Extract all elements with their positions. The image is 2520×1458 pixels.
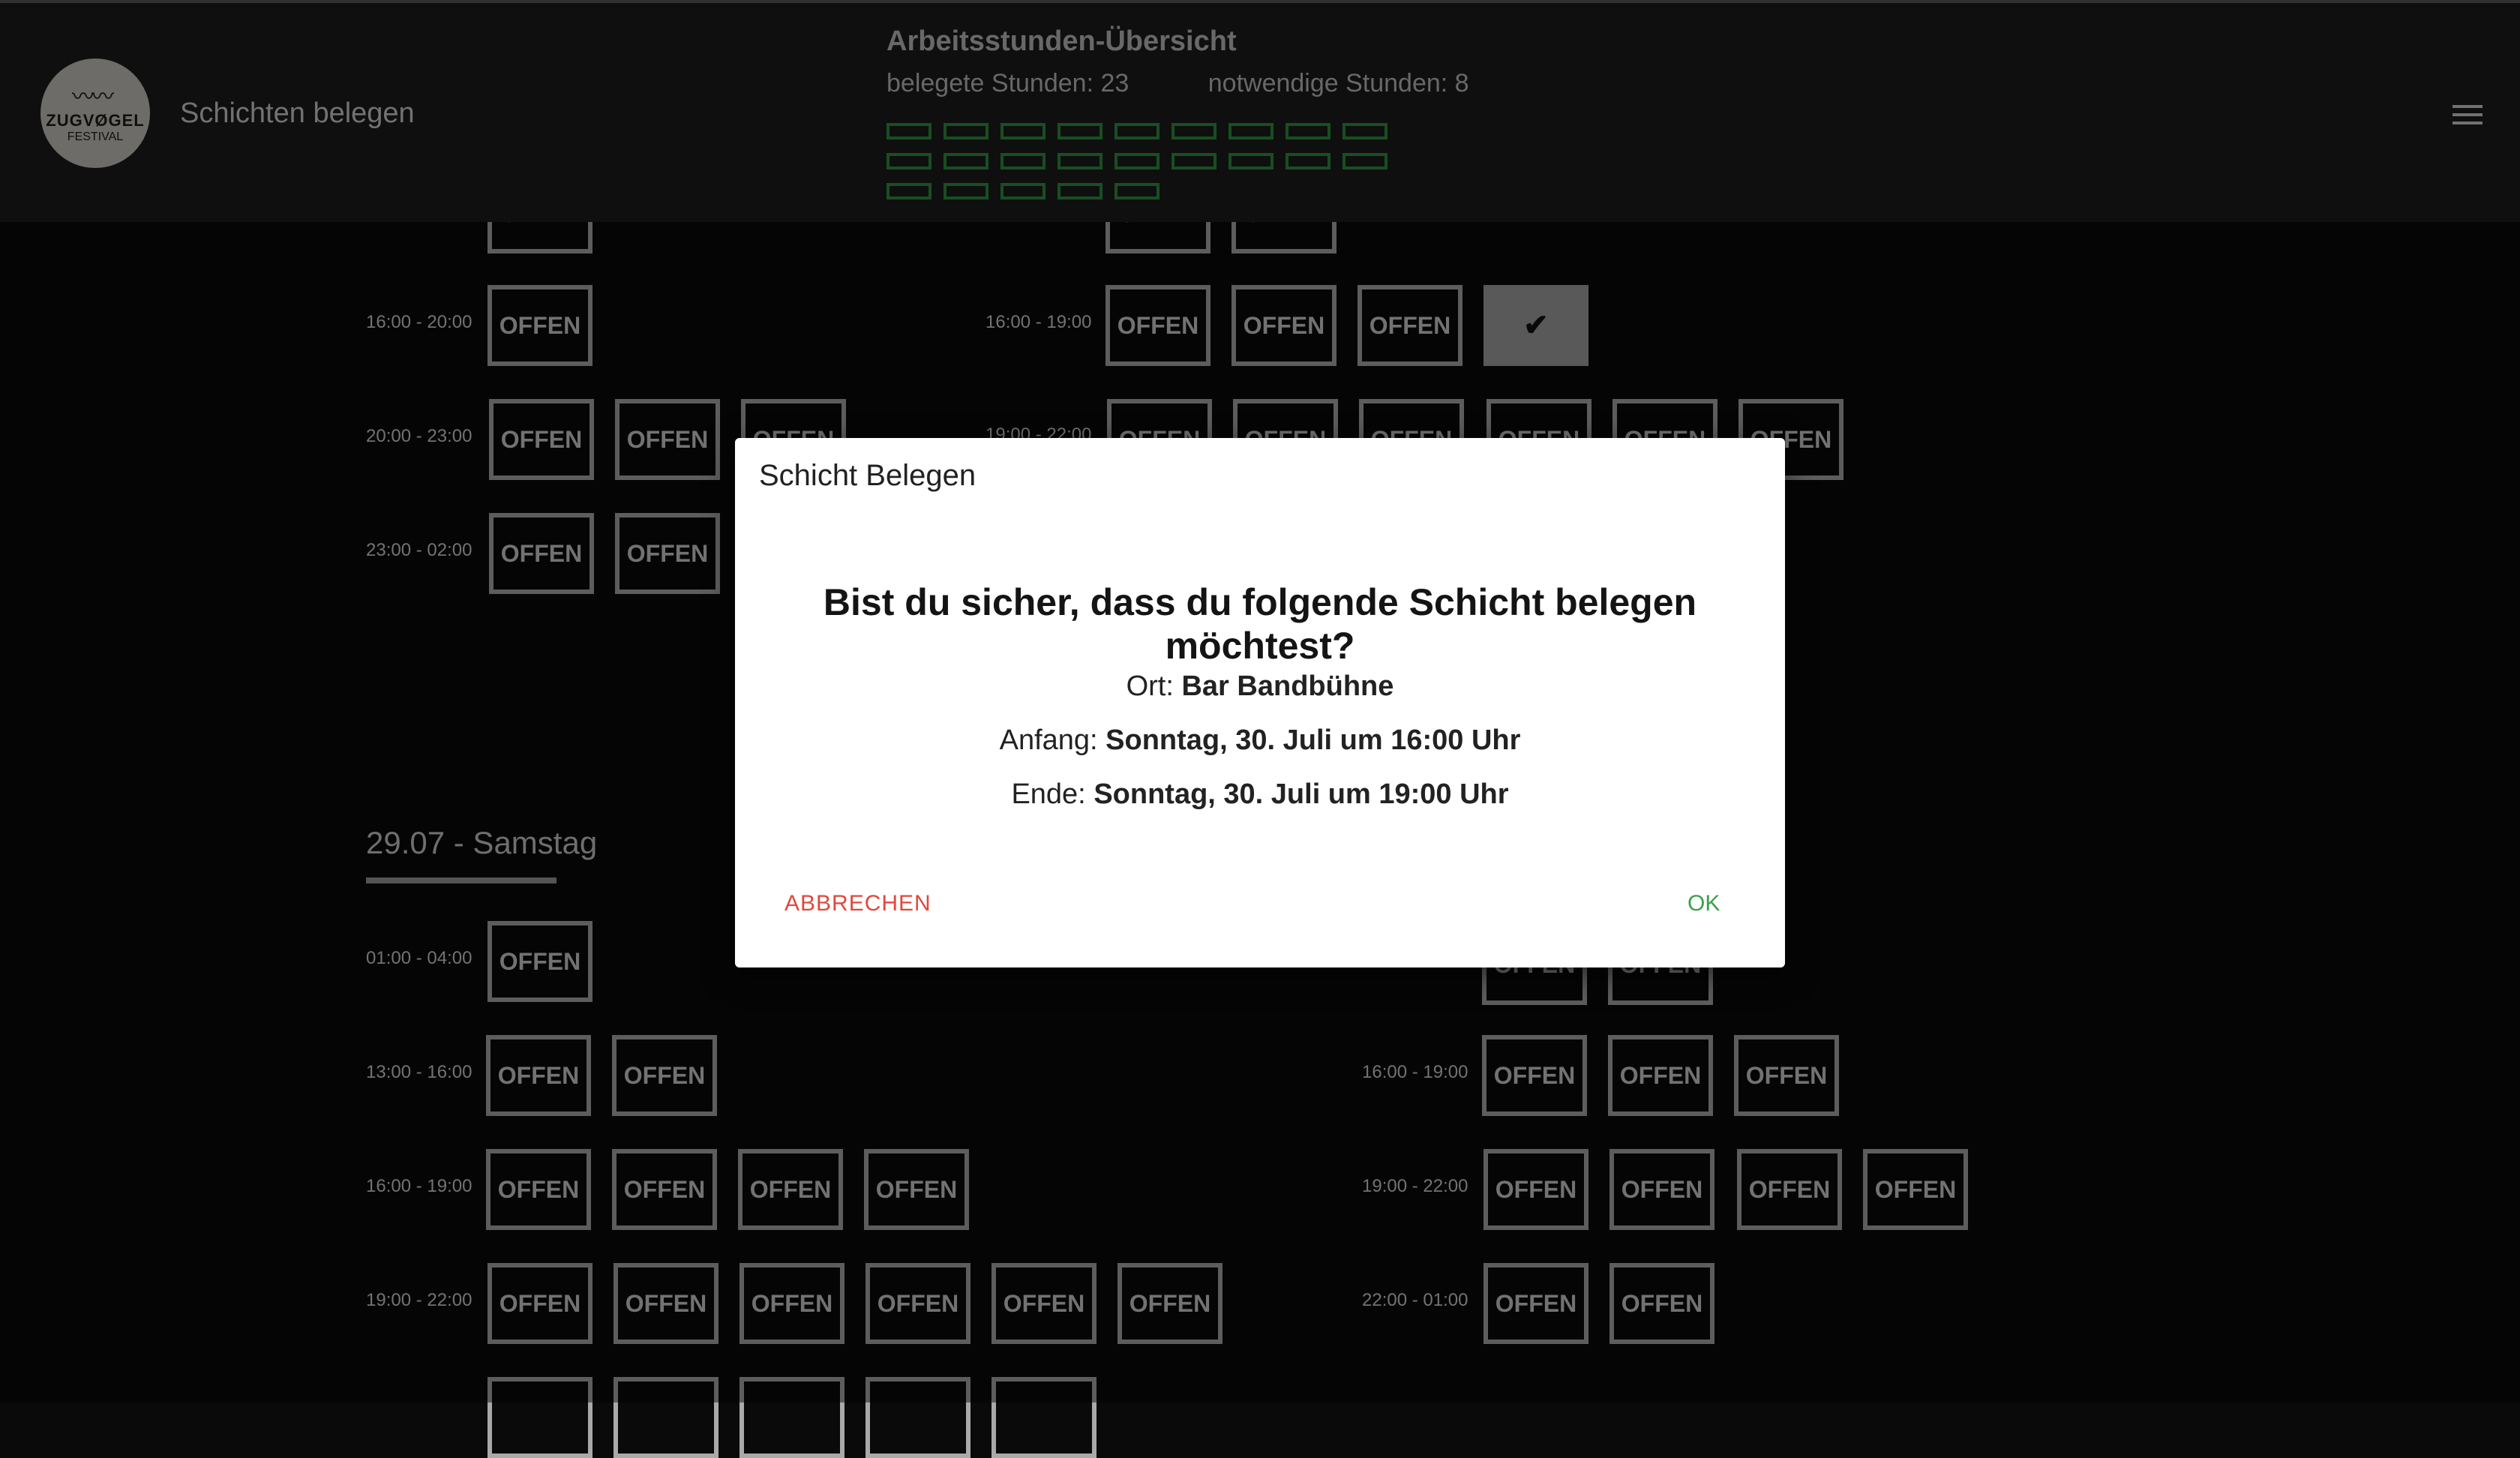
start-value: Sonntag, 30. Juli um 16:00 Uhr: [1106, 724, 1521, 756]
dialog-title: Schicht Belegen: [759, 459, 976, 492]
dialog-question: Bist du sicher, dass du folgende Schicht…: [823, 581, 1697, 667]
cancel-button[interactable]: ABBRECHEN: [784, 891, 932, 916]
confirm-shift-dialog: Schicht Belegen Bist du sicher, dass du …: [735, 438, 1785, 968]
start-label: Anfang:: [999, 724, 1106, 756]
dialog-end: Ende: Sonntag, 30. Juli um 19:00 Uhr: [735, 778, 1785, 811]
dialog-location: Ort: Bar Bandbühne: [735, 670, 1785, 703]
dialog-start: Anfang: Sonntag, 30. Juli um 16:00 Uhr: [735, 724, 1785, 757]
end-label: Ende:: [1011, 778, 1094, 810]
ok-button[interactable]: OK: [1688, 891, 1720, 916]
location-label: Ort:: [1126, 670, 1182, 702]
location-value: Bar Bandbühne: [1181, 670, 1394, 702]
end-value: Sonntag, 30. Juli um 19:00 Uhr: [1094, 778, 1509, 810]
